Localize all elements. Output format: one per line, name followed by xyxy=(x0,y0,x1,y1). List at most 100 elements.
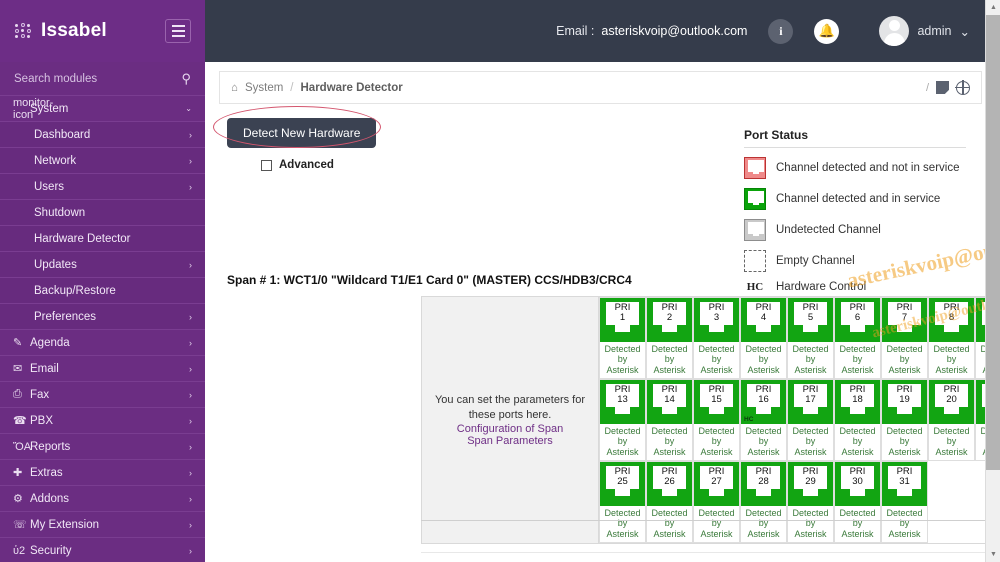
user-menu[interactable]: admin ⌄ xyxy=(879,16,970,46)
port-cell-18[interactable]: PRI18Detectedby Asterisk xyxy=(834,379,881,461)
port-cell-8[interactable]: PRI8Detectedby Asterisk xyxy=(928,297,975,379)
info-icon[interactable]: i xyxy=(768,19,793,44)
port-jack-green-icon[interactable]: PRI8 xyxy=(929,298,974,342)
chevron-down-icon[interactable]: ⌄ xyxy=(960,24,970,39)
sidebar-item-network[interactable]: Network› xyxy=(0,148,205,174)
port-jack-green-icon[interactable]: PRI29 xyxy=(788,462,833,506)
port-jack-green-icon[interactable]: PRI18 xyxy=(835,380,880,424)
chevron-right-icon[interactable]: › xyxy=(189,520,192,530)
chevron-right-icon[interactable]: › xyxy=(189,312,192,322)
sidebar-item-email[interactable]: ✉Email› xyxy=(0,356,205,382)
port-cell-4[interactable]: PRI4Detectedby Asterisk xyxy=(740,297,787,379)
port-cell-13[interactable]: PRI13Detectedby Asterisk xyxy=(599,379,646,461)
sidebar-item-addons[interactable]: ⚙Addons› xyxy=(0,486,205,512)
port-cell-25[interactable]: PRI25Detectedby Asterisk xyxy=(599,461,646,543)
port-cell-29[interactable]: PRI29Detectedby Asterisk xyxy=(787,461,834,543)
search-icon[interactable]: ⚲ xyxy=(181,71,191,87)
scrollbar-thumb[interactable] xyxy=(986,15,1000,470)
port-jack-green-icon[interactable]: PRI14 xyxy=(647,380,692,424)
note-icon[interactable] xyxy=(936,81,949,94)
port-cell-16[interactable]: PRI16HCDetectedby Asterisk xyxy=(740,379,787,461)
port-jack-green-icon[interactable]: PRI6 xyxy=(835,298,880,342)
port-jack-green-icon[interactable]: PRI19 xyxy=(882,380,927,424)
port-jack-green-icon[interactable]: PRI2 xyxy=(647,298,692,342)
scroll-down-arrow-icon[interactable]: ▼ xyxy=(986,547,1000,562)
chevron-right-icon[interactable]: › xyxy=(189,182,192,192)
chevron-down-icon[interactable]: ⌄ xyxy=(185,104,192,113)
chevron-right-icon[interactable]: › xyxy=(189,130,192,140)
sidebar-item-extras[interactable]: ✚Extras› xyxy=(0,460,205,486)
chevron-right-icon[interactable]: › xyxy=(189,338,192,348)
sidebar-icon-fax-icon: ⎙ xyxy=(13,388,30,401)
breadcrumb-item-system[interactable]: System xyxy=(245,82,283,94)
port-cell-17[interactable]: PRI17Detectedby Asterisk xyxy=(787,379,834,461)
port-cell-6[interactable]: PRI6Detectedby Asterisk xyxy=(834,297,881,379)
chevron-right-icon[interactable]: › xyxy=(189,156,192,166)
vertical-scrollbar[interactable]: ▲ ▼ xyxy=(985,0,1000,562)
port-cell-5[interactable]: PRI5Detectedby Asterisk xyxy=(787,297,834,379)
port-cell-1[interactable]: PRI1Detectedby Asterisk xyxy=(599,297,646,379)
port-jack-green-icon[interactable]: PRI26 xyxy=(647,462,692,506)
chevron-right-icon[interactable]: › xyxy=(189,416,192,426)
port-jack-green-icon[interactable]: PRI15 xyxy=(694,380,739,424)
search-input[interactable]: Search modules ⚲ xyxy=(0,62,205,96)
port-jack-green-icon[interactable]: PRI30 xyxy=(835,462,880,506)
port-jack-green-icon[interactable]: PRI17 xyxy=(788,380,833,424)
globe-icon[interactable] xyxy=(956,81,970,95)
port-cell-3[interactable]: PRI3Detectedby Asterisk xyxy=(693,297,740,379)
chevron-right-icon[interactable]: › xyxy=(189,364,192,374)
configuration-of-span-link[interactable]: Configuration of Span xyxy=(457,423,563,435)
sidebar-item-shutdown[interactable]: Shutdown xyxy=(0,200,205,226)
sidebar-item-backup-restore[interactable]: Backup/Restore xyxy=(0,278,205,304)
port-jack-green-icon[interactable]: PRI3 xyxy=(694,298,739,342)
port-jack-green-icon[interactable]: PRI16HC xyxy=(741,380,786,424)
sidebar-item-users[interactable]: Users› xyxy=(0,174,205,200)
sidebar-item-preferences[interactable]: Preferences› xyxy=(0,304,205,330)
port-jack-green-icon[interactable]: PRI25 xyxy=(600,462,645,506)
chevron-right-icon[interactable]: › xyxy=(189,546,192,556)
port-jack-green-icon[interactable]: PRI1 xyxy=(600,298,645,342)
sidebar-item-hardware-detector[interactable]: Hardware Detector xyxy=(0,226,205,252)
port-cell-14[interactable]: PRI14Detectedby Asterisk xyxy=(646,379,693,461)
chevron-right-icon[interactable]: › xyxy=(189,494,192,504)
port-jack-green-icon[interactable]: PRI20 xyxy=(929,380,974,424)
port-cell-30[interactable]: PRI30Detectedby Asterisk xyxy=(834,461,881,543)
port-jack-green-icon[interactable]: PRI28 xyxy=(741,462,786,506)
sidebar-item-system[interactable]: monitor-iconSystem⌄ xyxy=(0,96,205,122)
port-cell-28[interactable]: PRI28Detectedby Asterisk xyxy=(740,461,787,543)
chevron-right-icon[interactable]: › xyxy=(189,260,192,270)
chevron-right-icon[interactable]: › xyxy=(189,442,192,452)
port-cell-27[interactable]: PRI27Detectedby Asterisk xyxy=(693,461,740,543)
sidebar-item-dashboard[interactable]: Dashboard› xyxy=(0,122,205,148)
port-jack-green-icon[interactable]: PRI5 xyxy=(788,298,833,342)
sidebar-item-my-extension[interactable]: ☏My Extension› xyxy=(0,512,205,538)
port-cell-2[interactable]: PRI2Detectedby Asterisk xyxy=(646,297,693,379)
home-icon[interactable]: ⌂ xyxy=(231,82,238,94)
chevron-right-icon[interactable]: › xyxy=(189,390,192,400)
port-cell-26[interactable]: PRI26Detectedby Asterisk xyxy=(646,461,693,543)
port-cell-31[interactable]: PRI31Detectedby Asterisk xyxy=(881,461,928,543)
sidebar-item-agenda[interactable]: ✎Agenda› xyxy=(0,330,205,356)
sidebar-item-updates[interactable]: Updates› xyxy=(0,252,205,278)
port-jack-green-icon[interactable]: PRI4 xyxy=(741,298,786,342)
port-jack-green-icon[interactable]: PRI13 xyxy=(600,380,645,424)
chevron-right-icon[interactable]: › xyxy=(189,468,192,478)
sidebar-item-security[interactable]: ὑ2Security› xyxy=(0,538,205,562)
hamburger-icon[interactable] xyxy=(165,19,191,43)
port-jack-green-icon[interactable]: PRI27 xyxy=(694,462,739,506)
port-jack-green-icon[interactable]: PRI7 xyxy=(882,298,927,342)
sidebar-item-fax[interactable]: ⎙Fax› xyxy=(0,382,205,408)
port-jack-green-icon[interactable]: PRI31 xyxy=(882,462,927,506)
sidebar-item-reports[interactable]: ὌAReports› xyxy=(0,434,205,460)
port-cell-7[interactable]: PRI7Detectedby Asterisk xyxy=(881,297,928,379)
port-cell-15[interactable]: PRI15Detectedby Asterisk xyxy=(693,379,740,461)
sidebar-item-pbx[interactable]: ☎PBX› xyxy=(0,408,205,434)
port-cell-20[interactable]: PRI20Detectedby Asterisk xyxy=(928,379,975,461)
advanced-checkbox[interactable] xyxy=(261,160,272,171)
bell-icon[interactable]: 🔔 xyxy=(814,19,839,44)
span-parameters-link[interactable]: Span Parameters xyxy=(467,435,553,447)
scroll-up-arrow-icon[interactable]: ▲ xyxy=(986,0,1000,15)
detect-new-hardware-button[interactable]: Detect New Hardware xyxy=(227,118,376,148)
port-cell-19[interactable]: PRI19Detectedby Asterisk xyxy=(881,379,928,461)
hardware-control-badge: HC xyxy=(744,416,753,423)
